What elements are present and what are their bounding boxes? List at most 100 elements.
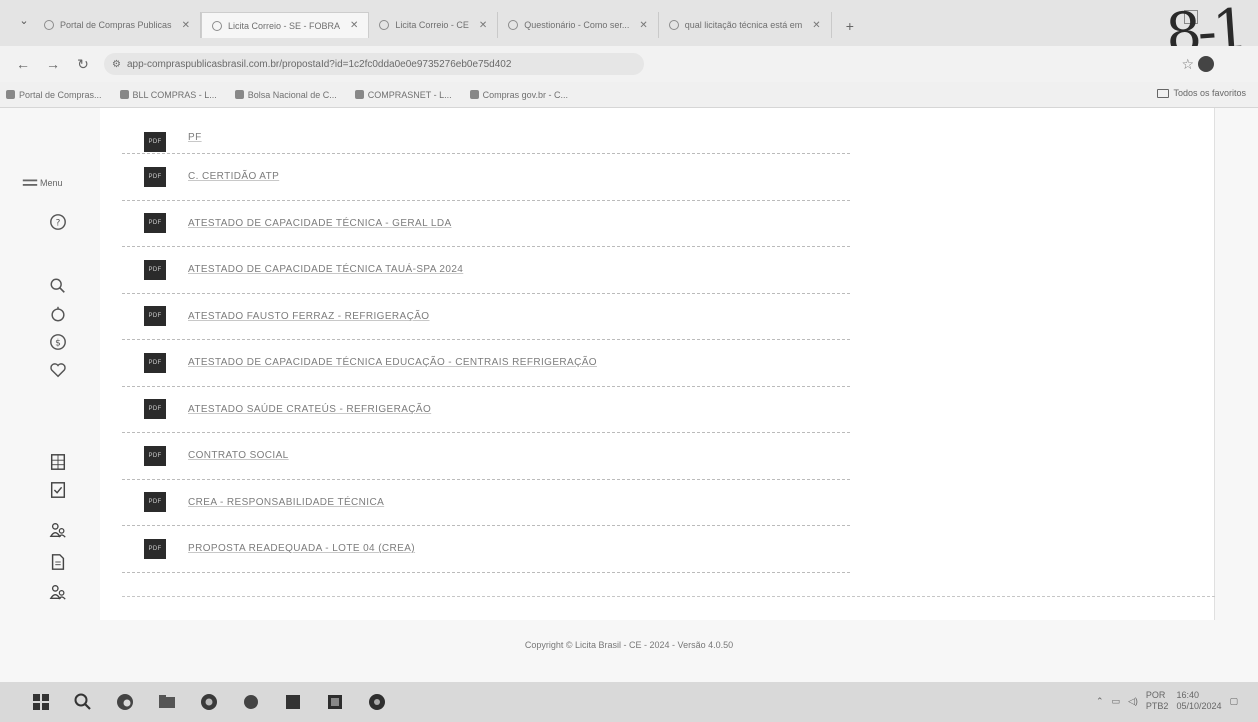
favicon-icon xyxy=(211,20,222,31)
document-row[interactable]: PDF PF xyxy=(122,108,850,154)
svg-text:?: ? xyxy=(56,219,61,229)
document-link[interactable]: CONTRATO SOCIAL xyxy=(188,450,289,461)
document-row[interactable]: PDF ATESTADO DE CAPACIDADE TÉCNICA TAUÁ-S… xyxy=(122,247,850,294)
system-tray: ⌃ ▭ ◁) POR PTB2 16:40 05/10/2024 ▢ xyxy=(1096,690,1238,712)
keyboard-language[interactable]: POR PTB2 xyxy=(1146,690,1169,712)
pdf-file-icon: PDF xyxy=(144,306,166,327)
close-icon[interactable]: ✕ xyxy=(350,20,358,31)
bookmark-star-icon[interactable]: ☆ xyxy=(1181,56,1194,73)
back-icon[interactable]: ← xyxy=(14,56,32,72)
heart-icon[interactable] xyxy=(48,360,68,380)
tab-label: Questionário - Como ser... xyxy=(524,20,630,30)
forward-icon[interactable]: → xyxy=(44,56,62,72)
tab-google[interactable]: qual licitação técnica está em ✕ xyxy=(659,12,832,38)
bookmark-item[interactable]: COMPRASNET - L... xyxy=(354,90,452,100)
pdf-file-icon: PDF xyxy=(144,166,166,187)
clock[interactable]: 16:40 05/10/2024 xyxy=(1176,690,1221,712)
document-link[interactable]: ATESTADO DE CAPACIDADE TÉCNICA TAUÁ-SPA … xyxy=(188,264,463,275)
notification-icon[interactable]: ▢ xyxy=(1229,696,1238,707)
document-link[interactable]: ATESTADO FAUSTO FERRAZ - REFRIGERAÇÃO xyxy=(188,311,430,322)
checklist-icon[interactable] xyxy=(48,480,68,500)
chevron-up-icon[interactable]: ⌃ xyxy=(1096,696,1104,707)
svg-text:$: $ xyxy=(55,339,61,349)
left-sidebar: Menu ? $ xyxy=(0,108,80,668)
tab-label: qual licitação técnica está em xyxy=(684,20,803,30)
search-icon[interactable] xyxy=(48,276,68,296)
panel-divider xyxy=(122,596,1215,597)
site-info-icon[interactable]: ⚙ xyxy=(112,59,121,70)
tab-licita-se[interactable]: Licita Correio - SE - FOBRA ✕ xyxy=(200,12,370,38)
profile-avatar[interactable] xyxy=(1198,56,1214,72)
url-input[interactable]: ⚙ app-compraspublicasbrasil.com.br/propo… xyxy=(104,53,644,75)
favicon-icon xyxy=(379,20,390,30)
document-link[interactable]: CREA - RESPONSABILIDADE TÉCNICA xyxy=(188,497,384,508)
tab-licita-ce[interactable]: Licita Correio - CE ✕ xyxy=(369,12,499,38)
search-icon[interactable] xyxy=(72,691,94,713)
pdf-file-icon: PDF xyxy=(144,352,166,373)
pdf-file-icon: PDF xyxy=(144,132,166,152)
document-row[interactable]: PDF ATESTADO DE CAPACIDADE TÉCNICA EDUCAÇ… xyxy=(122,340,850,387)
favicon-icon xyxy=(508,20,519,30)
close-icon[interactable]: ✕ xyxy=(182,20,190,31)
document-row[interactable]: PDF ATESTADO SAÚDE CRATEÚS - REFRIGERAÇÃO xyxy=(122,387,850,433)
new-tab-button[interactable]: + xyxy=(846,18,854,34)
pdf-file-icon: PDF xyxy=(144,399,166,420)
help-icon[interactable]: ? xyxy=(48,212,68,232)
file-explorer-icon[interactable] xyxy=(156,691,178,713)
dollar-icon[interactable]: $ xyxy=(48,332,68,352)
chrome-active-icon[interactable] xyxy=(366,691,388,713)
menu-icon[interactable] xyxy=(20,174,40,194)
google-icon xyxy=(668,20,679,30)
windows-start-icon[interactable] xyxy=(30,691,52,713)
timer-icon[interactable] xyxy=(48,304,68,324)
document-link[interactable]: C. CERTIDÃO ATP xyxy=(188,171,279,182)
volume-icon[interactable]: ◁) xyxy=(1128,696,1138,707)
documents-panel: PDF PF PDF C. CERTIDÃO ATP PDF ATESTADO DE … xyxy=(100,108,1215,620)
bookmark-item[interactable]: Compras gov.br - C... xyxy=(469,90,568,100)
close-icon[interactable]: ✕ xyxy=(639,20,647,31)
edge-browser-icon[interactable] xyxy=(114,691,136,713)
close-icon[interactable]: ✕ xyxy=(812,20,820,31)
chrome-icon[interactable] xyxy=(198,691,220,713)
grid-icon[interactable] xyxy=(48,452,68,472)
tab-search-icon[interactable]: ⌄ xyxy=(14,14,34,34)
users-group-icon[interactable] xyxy=(48,582,68,602)
document-row[interactable]: PDF ATESTADO DE CAPACIDADE TÉCNICA - GERA… xyxy=(122,201,850,247)
bookmark-item[interactable]: BLL COMPRAS - L... xyxy=(119,90,217,100)
pdf-file-icon: PDF xyxy=(144,445,166,466)
word-icon[interactable] xyxy=(282,691,304,713)
all-bookmarks-button[interactable]: Todos os favoritos xyxy=(1157,88,1246,98)
tab-strip: ⌄ Portal de Compras Publicas ✕ Licita Cor… xyxy=(0,0,1258,68)
tab-questionario[interactable]: Questionário - Como ser... ✕ xyxy=(498,12,659,38)
users-icon[interactable] xyxy=(48,520,68,540)
bookmark-favicon-icon xyxy=(354,90,364,99)
screen: ⌄ Portal de Compras Publicas ✕ Licita Cor… xyxy=(0,0,1258,722)
document-link[interactable]: ATESTADO DE CAPACIDADE TÉCNICA EDUCAÇÃO … xyxy=(188,357,597,368)
tab-portal[interactable]: Portal de Compras Publicas ✕ xyxy=(34,12,201,38)
tab-label: Portal de Compras Publicas xyxy=(60,20,172,30)
excel-icon[interactable] xyxy=(324,691,346,713)
taskbar: ⌃ ▭ ◁) POR PTB2 16:40 05/10/2024 ▢ xyxy=(0,682,1258,722)
document-list: PDF PF PDF C. CERTIDÃO ATP PDF ATESTADO DE … xyxy=(122,108,850,573)
bookmark-item[interactable]: Portal de Compras... xyxy=(6,90,102,100)
document-link[interactable]: ATESTADO SAÚDE CRATEÚS - REFRIGERAÇÃO xyxy=(188,404,431,415)
favicon-icon xyxy=(44,20,54,30)
document-icon[interactable] xyxy=(48,552,68,572)
pdf-file-icon: PDF xyxy=(144,492,166,513)
document-row[interactable]: PDF ATESTADO FAUSTO FERRAZ - REFRIGERAÇÃO xyxy=(122,294,850,340)
bookmark-item[interactable]: Bolsa Nacional de C... xyxy=(234,90,337,100)
document-link[interactable]: PROPOSTA READEQUADA - LOTE 04 (CREA) xyxy=(188,543,415,554)
network-icon[interactable]: ▭ xyxy=(1111,696,1120,707)
bookmark-favicon-icon xyxy=(119,90,129,99)
close-icon[interactable]: ✕ xyxy=(479,20,487,31)
reload-icon[interactable]: ↻ xyxy=(74,56,92,73)
document-row[interactable]: PDF CONTRATO SOCIAL xyxy=(122,433,850,480)
document-link[interactable]: PF xyxy=(188,132,202,143)
document-row[interactable]: PDF CREA - RESPONSABILIDADE TÉCNICA xyxy=(122,480,850,526)
page-footer: Copyright © Licita Brasil - CE - 2024 - … xyxy=(524,640,734,650)
app-icon[interactable] xyxy=(240,691,262,713)
document-row[interactable]: PDF C. CERTIDÃO ATP xyxy=(122,154,850,201)
tab-label: Licita Correio - CE xyxy=(395,20,469,30)
document-link[interactable]: ATESTADO DE CAPACIDADE TÉCNICA - GERAL L… xyxy=(188,218,452,229)
document-row[interactable]: PDF PROPOSTA READEQUADA - LOTE 04 (CREA) xyxy=(122,526,850,573)
